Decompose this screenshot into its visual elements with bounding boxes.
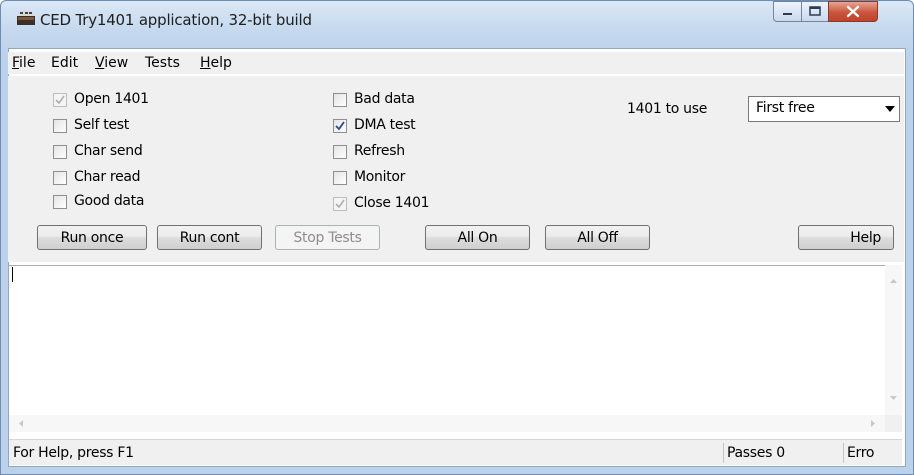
all-on-button[interactable]: All On bbox=[425, 225, 530, 250]
checkbox-label: Char send bbox=[74, 143, 143, 159]
checkbox-label: Char read bbox=[74, 169, 141, 185]
checkbox-label: Good data bbox=[74, 193, 145, 209]
maximize-icon bbox=[809, 6, 821, 16]
checkbox-label: Self test bbox=[74, 117, 129, 133]
check-icon bbox=[55, 95, 65, 105]
scroll-right-icon bbox=[871, 420, 875, 427]
checkbox-label: Open 1401 bbox=[74, 91, 149, 107]
minimize-icon bbox=[783, 13, 792, 15]
horizontal-scrollbar[interactable] bbox=[9, 415, 885, 432]
close-icon bbox=[846, 5, 860, 18]
stop-tests-button[interactable]: Stop Tests bbox=[275, 225, 380, 250]
checkbox-box bbox=[333, 93, 347, 107]
output-text-area[interactable] bbox=[9, 265, 902, 434]
dropdown-arrow-icon bbox=[885, 106, 895, 112]
checkbox-box bbox=[333, 197, 347, 211]
status-errors: Erro bbox=[847, 445, 875, 461]
vertical-scrollbar[interactable] bbox=[885, 265, 902, 415]
run-cont-button[interactable]: Run cont bbox=[157, 225, 262, 250]
text-caret bbox=[12, 267, 13, 282]
scroll-up-icon bbox=[890, 279, 897, 283]
menu-tests[interactable]: Tests bbox=[145, 55, 180, 71]
status-divider bbox=[843, 443, 844, 463]
all-off-button[interactable]: All Off bbox=[545, 225, 650, 250]
checkbox-box bbox=[53, 171, 67, 185]
menu-help[interactable]: Help bbox=[200, 55, 232, 71]
scroll-left-icon bbox=[19, 420, 23, 427]
checkbox-label: DMA test bbox=[354, 117, 416, 133]
checkbox-box bbox=[53, 119, 67, 133]
scrollbar-corner bbox=[885, 415, 902, 432]
checkbox-box bbox=[333, 171, 347, 185]
app-icon bbox=[17, 11, 35, 25]
checkbox-box bbox=[333, 145, 347, 159]
minimize-button[interactable] bbox=[773, 1, 802, 22]
device-label: 1401 to use bbox=[627, 101, 708, 117]
help-button[interactable]: Help bbox=[798, 225, 894, 250]
status-bar: For Help, press F1 Passes 0 Erro bbox=[9, 439, 902, 465]
status-help-text: For Help, press F1 bbox=[13, 445, 134, 461]
checkbox-box bbox=[53, 93, 67, 107]
menu-edit[interactable]: Edit bbox=[51, 55, 78, 71]
checkbox-box bbox=[53, 195, 67, 209]
checkbox-label: Monitor bbox=[354, 169, 406, 185]
device-select-value: First free bbox=[756, 100, 815, 116]
close-button[interactable] bbox=[828, 1, 878, 22]
run-once-button[interactable]: Run once bbox=[37, 225, 147, 250]
status-passes: Passes 0 bbox=[727, 445, 785, 461]
menu-file[interactable]: File bbox=[12, 55, 35, 71]
check-icon bbox=[335, 199, 345, 209]
status-divider bbox=[723, 443, 724, 463]
checkbox-label: Refresh bbox=[354, 143, 405, 159]
window-title: CED Try1401 application, 32-bit build bbox=[40, 11, 312, 29]
maximize-button[interactable] bbox=[801, 1, 829, 22]
checkbox-label: Close 1401 bbox=[354, 195, 430, 211]
menu-bar: File Edit View Tests Help bbox=[8, 52, 904, 74]
menu-view[interactable]: View bbox=[95, 55, 128, 71]
checkbox-box bbox=[333, 119, 347, 133]
caption-buttons bbox=[773, 1, 898, 22]
checkbox-box bbox=[53, 145, 67, 159]
device-select[interactable]: First free bbox=[748, 96, 900, 122]
scroll-down-icon bbox=[890, 396, 897, 400]
title-bar[interactable]: CED Try1401 application, 32-bit build bbox=[1, 1, 913, 33]
checkbox-label: Bad data bbox=[354, 91, 415, 107]
check-icon bbox=[335, 121, 345, 131]
